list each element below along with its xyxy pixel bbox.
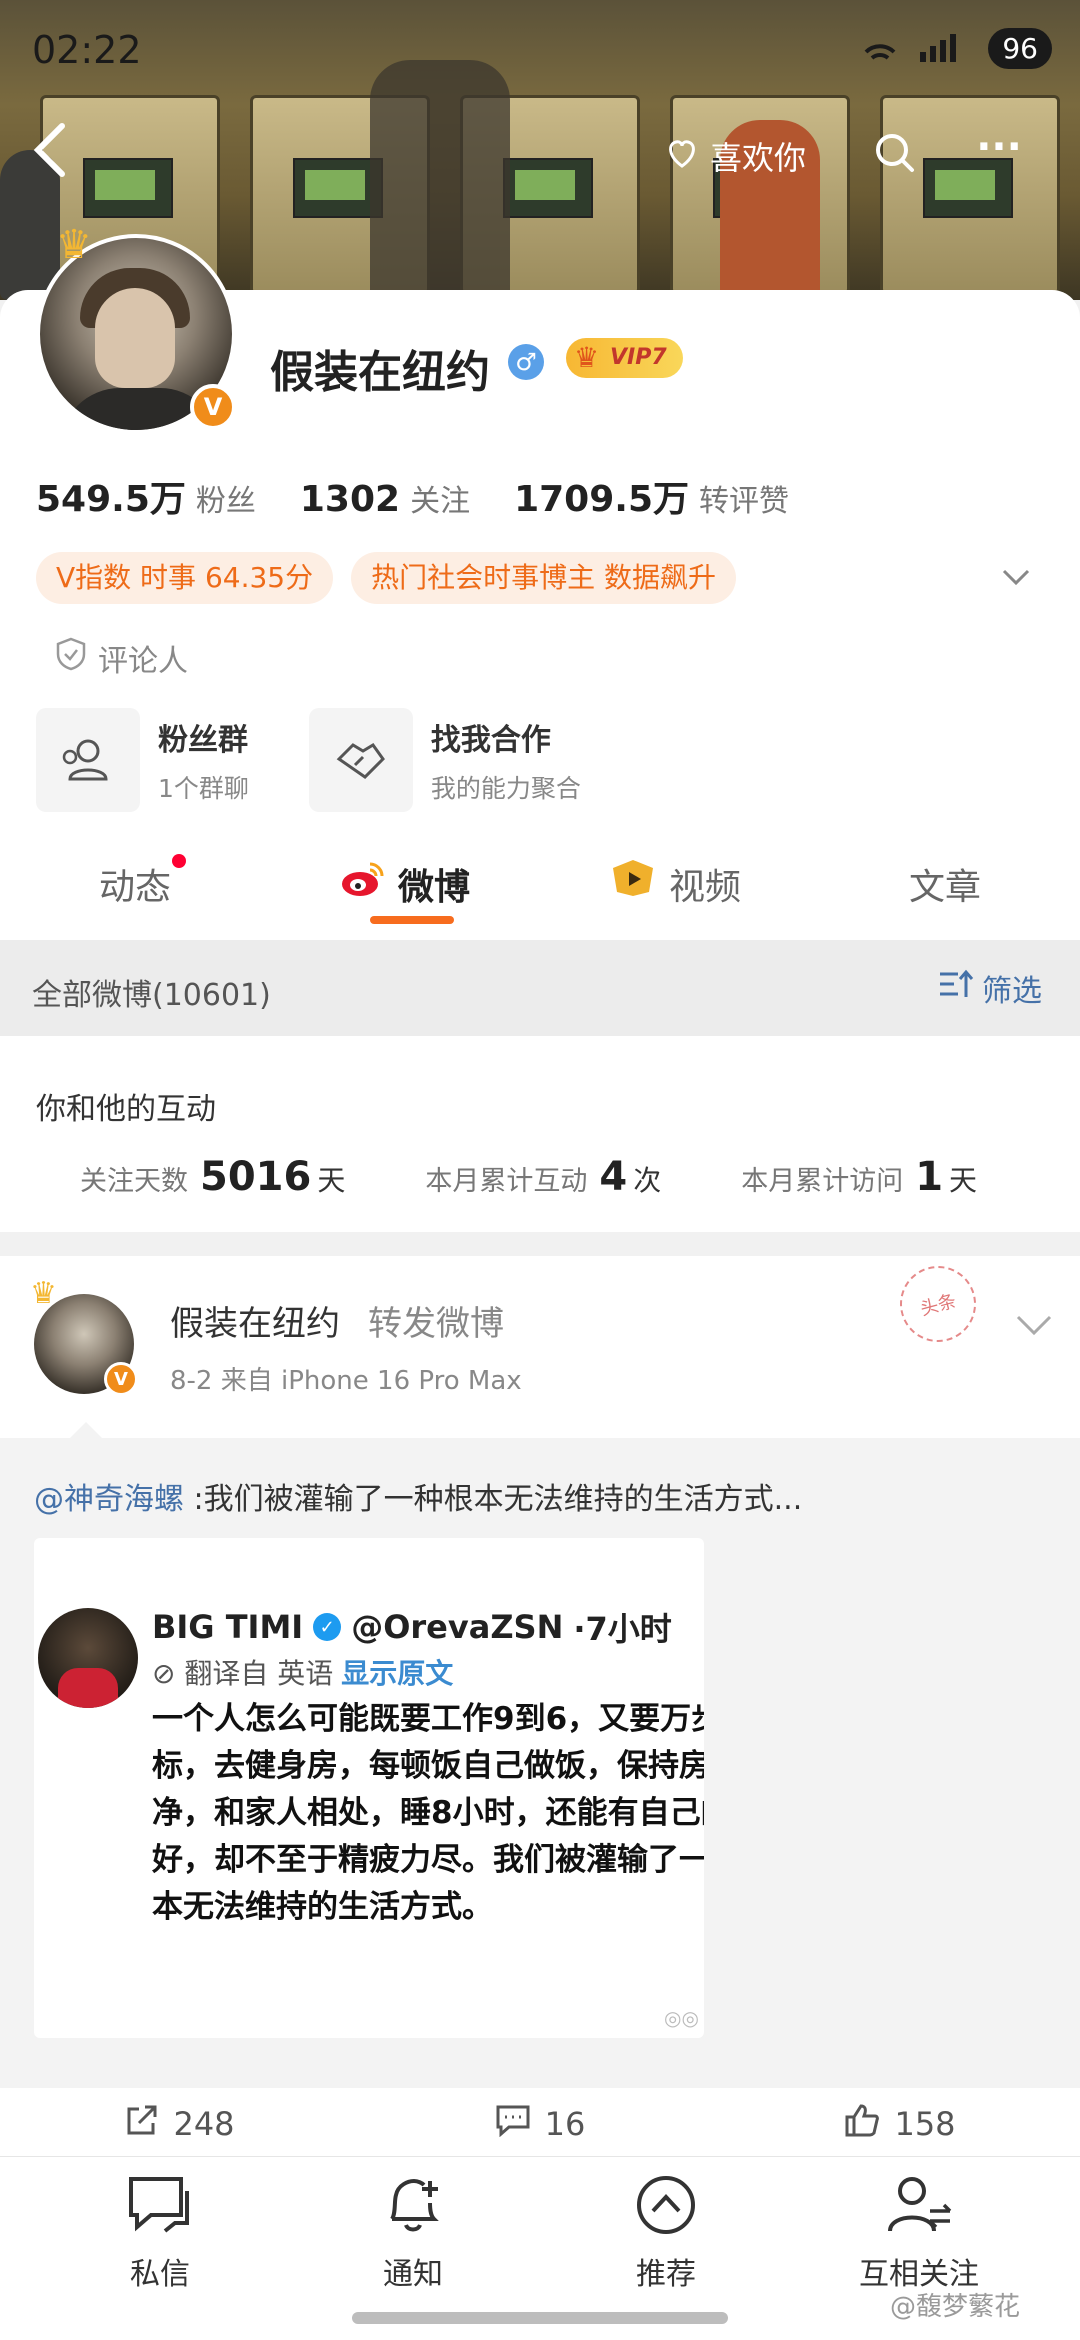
weibo-watermark-icon: ◎◎ <box>664 2006 699 2030</box>
fan-group-title: 粉丝群 <box>158 723 248 758</box>
stat-following[interactable]: 1302 关注 <box>300 476 470 520</box>
translate-icon: ⊘ <box>152 1657 176 1690</box>
cooperation-entry[interactable]: 找我合作 我的能力聚合 <box>308 708 581 812</box>
fan-group-icon <box>36 708 140 812</box>
filter-sort-icon <box>938 969 974 1007</box>
verified-v-icon: V <box>190 384 236 430</box>
crown-icon: ♛ <box>30 1276 57 1311</box>
stat-engagement[interactable]: 1709.5万 转评赞 <box>514 470 789 522</box>
interaction-month-interactions: 本月累计互动 4 次 <box>425 1154 662 1200</box>
post-author-name[interactable]: 假装在纽约 <box>170 1296 340 1345</box>
user-watermark: @馥梦蘩花 <box>890 2292 1021 2322</box>
nav-messages[interactable]: 私信 <box>80 2173 240 2293</box>
mutual-follow-icon <box>884 2177 954 2241</box>
filter-label: 筛选 <box>982 974 1042 1009</box>
thumbs-up-icon <box>844 2103 880 2145</box>
nav-notifications[interactable]: 通知 <box>333 2173 493 2293</box>
cooperation-sub: 我的能力聚合 <box>430 774 581 803</box>
vip-badge[interactable]: VIP7 <box>566 338 683 378</box>
role-label: 评论人 <box>98 644 188 679</box>
fan-group-sub: 1个群聊 <box>158 774 249 803</box>
post-count-label: 全部微博(10601) <box>32 978 271 1013</box>
more-dots-icon: ··· <box>976 124 1022 170</box>
tab-video[interactable]: 视频 <box>540 850 810 940</box>
cooperation-title: 找我合作 <box>430 723 551 758</box>
like-you-label: 喜欢你 <box>710 139 807 177</box>
peach-heart-icon <box>664 134 700 178</box>
weibo-logo-icon <box>340 858 386 907</box>
interaction-title: 你和他的互动 <box>36 1092 216 1127</box>
post-card[interactable]: ♛ V 假装在纽约 转发微博 8-2 来自 iPhone 16 Pro Max … <box>0 1256 1080 2156</box>
hot-blogger-tag[interactable]: 热门社会时事博主 数据飙升 <box>351 552 737 604</box>
quoted-handle: @OrevaZSN <box>351 1608 564 1646</box>
feature-row: 粉丝群 1个群聊 找我合作 我的能力聚合 <box>36 708 581 812</box>
expand-chevron-icon[interactable] <box>1000 560 1032 595</box>
quoted-header: BIG TIMI ✓ @OrevaZSN ·7小时 <box>152 1604 672 1650</box>
repost-button[interactable]: 248 <box>0 2094 360 2154</box>
unread-dot <box>172 854 186 868</box>
filter-bar: 全部微博(10601) 筛选 <box>0 940 1080 1036</box>
post-action-label: 转发微博 <box>368 1304 504 1344</box>
profile-tags: V指数 时事 64.35分 热门社会时事博主 数据飙升 <box>36 552 737 604</box>
post-actions: 248 16 158 <box>0 2094 1080 2154</box>
comment-count: 16 <box>544 2105 586 2143</box>
post-meta: 8-2 来自 iPhone 16 Pro Max <box>170 1366 522 1396</box>
repost-text: @神奇海螺 :我们被灌输了一种根本无法维持的生活方式... <box>34 1482 803 1517</box>
mention-link[interactable]: @神奇海螺 <box>34 1482 184 1517</box>
quoted-display-name: BIG TIMI <box>152 1608 304 1646</box>
signal-wifi-icon <box>860 30 970 74</box>
quoted-image[interactable]: BIG TIMI ✓ @OrevaZSN ·7小时 ⊘ 翻译自 英语 显示原文 一个… <box>34 1538 704 2038</box>
tab-feed[interactable]: 动态 <box>0 850 270 940</box>
quoted-time: ·7小时 <box>573 1610 672 1648</box>
message-icon <box>125 2177 195 2241</box>
status-bar: 02:22 96 <box>0 0 1080 100</box>
comment-button[interactable]: 16 <box>360 2094 720 2154</box>
filter-button[interactable]: 筛选 <box>938 966 1042 1010</box>
search-button[interactable] <box>862 122 926 186</box>
shield-check-icon <box>56 637 86 679</box>
home-indicator[interactable] <box>352 2312 728 2324</box>
interaction-month-visits: 本月累计访问 1 天 <box>741 1154 978 1200</box>
tab-weibo[interactable]: 微博 <box>270 850 540 940</box>
v-index-tag[interactable]: V指数 时事 64.35分 <box>36 552 334 604</box>
handshake-icon <box>308 708 413 812</box>
back-button[interactable] <box>30 120 90 180</box>
stat-followers[interactable]: 549.5万 粉丝 <box>36 470 256 522</box>
like-count: 158 <box>894 2105 956 2143</box>
male-gender-icon: ♂ <box>508 344 544 380</box>
verified-v-icon: V <box>104 1362 138 1396</box>
interaction-panel: 你和他的互动 关注天数 5016 天 本月累计互动 4 次 本月累计访问 1 天 <box>0 1036 1080 1232</box>
profile-tabs: 动态 微博 视频 文章 <box>0 850 1080 940</box>
role-badge: 评论人 <box>56 636 188 680</box>
nav-recommend[interactable]: 推荐 <box>586 2173 746 2293</box>
headline-stamp: 头条 <box>891 1257 985 1351</box>
share-icon <box>125 2103 159 2145</box>
bell-plus-icon <box>378 2178 448 2241</box>
status-time: 02:22 <box>32 28 142 72</box>
translation-line: ⊘ 翻译自 英语 显示原文 <box>152 1657 454 1690</box>
tab-articles[interactable]: 文章 <box>810 850 1080 940</box>
crown-icon: ♛ <box>56 222 92 268</box>
repost-count: 248 <box>173 2105 235 2143</box>
post-menu-chevron-icon[interactable] <box>1014 1306 1054 1346</box>
search-icon <box>872 130 916 178</box>
repost-body[interactable]: @神奇海螺 :我们被灌输了一种根本无法维持的生活方式... BIG TIMI ✓… <box>0 1422 1080 2088</box>
nav-mutual-follow[interactable]: 互相关注 <box>839 2173 999 2293</box>
video-badge-icon <box>609 858 657 907</box>
more-button[interactable]: ··· <box>964 122 1034 186</box>
profile-name: 假装在纽约 <box>270 347 490 398</box>
chevron-up-circle-icon <box>631 2176 701 2241</box>
verified-check-icon: ✓ <box>313 1613 342 1641</box>
comment-icon <box>495 2103 531 2145</box>
quoted-avatar <box>38 1608 138 1708</box>
interaction-stats: 关注天数 5016 天 本月累计互动 4 次 本月累计访问 1 天 <box>80 1154 1057 1200</box>
like-button[interactable]: 158 <box>720 2094 1080 2154</box>
fan-group-entry[interactable]: 粉丝群 1个群聊 <box>36 708 249 812</box>
interaction-follow-days: 关注天数 5016 天 <box>80 1154 346 1200</box>
quoted-body: 一个人怎么可能既要工作9到6，又要万步目标，去健身房，每顿饭自己做饭，保持房子干… <box>152 1701 704 1925</box>
like-you-button[interactable]: 喜欢你 <box>640 126 830 186</box>
battery-indicator: 96 <box>988 28 1052 69</box>
profile-stats: 549.5万 粉丝 1302 关注 1709.5万 转评赞 <box>36 470 789 522</box>
